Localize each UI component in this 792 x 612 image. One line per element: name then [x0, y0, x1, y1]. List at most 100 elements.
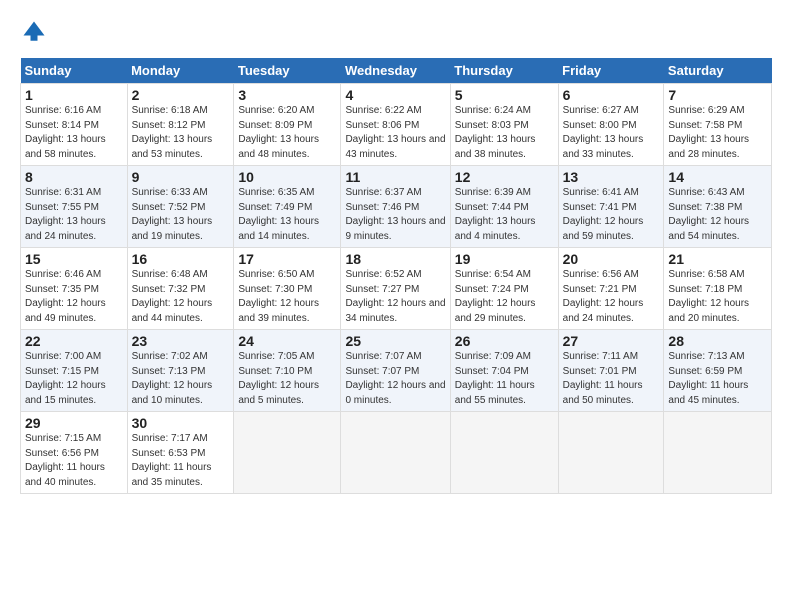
day-info: Sunrise: 6:35 AM Sunset: 7:49 PM Dayligh…	[238, 186, 336, 244]
calendar-cell: 1Sunrise: 6:16 AM Sunset: 8:14 PM Daylig…	[21, 84, 128, 166]
day-number: 17	[238, 251, 336, 267]
day-info: Sunrise: 6:58 AM Sunset: 7:18 PM Dayligh…	[668, 268, 767, 326]
day-info: Sunrise: 6:39 AM Sunset: 7:44 PM Dayligh…	[455, 186, 554, 244]
day-info: Sunrise: 6:54 AM Sunset: 7:24 PM Dayligh…	[455, 268, 554, 326]
week-row-2: 8Sunrise: 6:31 AM Sunset: 7:55 PM Daylig…	[21, 166, 772, 248]
calendar-cell: 30Sunrise: 7:17 AM Sunset: 6:53 PM Dayli…	[127, 412, 234, 494]
calendar-cell: 26Sunrise: 7:09 AM Sunset: 7:04 PM Dayli…	[450, 330, 558, 412]
calendar-cell: 22Sunrise: 7:00 AM Sunset: 7:15 PM Dayli…	[21, 330, 128, 412]
day-info: Sunrise: 6:27 AM Sunset: 8:00 PM Dayligh…	[563, 104, 660, 162]
day-header-monday: Monday	[127, 58, 234, 84]
header-row: SundayMondayTuesdayWednesdayThursdayFrid…	[21, 58, 772, 84]
day-header-saturday: Saturday	[664, 58, 772, 84]
calendar-cell: 27Sunrise: 7:11 AM Sunset: 7:01 PM Dayli…	[558, 330, 664, 412]
day-info: Sunrise: 6:29 AM Sunset: 7:58 PM Dayligh…	[668, 104, 767, 162]
day-number: 12	[455, 169, 554, 185]
day-number: 26	[455, 333, 554, 349]
calendar-cell	[450, 412, 558, 494]
day-info: Sunrise: 7:02 AM Sunset: 7:13 PM Dayligh…	[132, 350, 230, 408]
day-number: 4	[345, 87, 445, 103]
day-number: 6	[563, 87, 660, 103]
calendar-cell: 3Sunrise: 6:20 AM Sunset: 8:09 PM Daylig…	[234, 84, 341, 166]
day-info: Sunrise: 6:18 AM Sunset: 8:12 PM Dayligh…	[132, 104, 230, 162]
day-number: 28	[668, 333, 767, 349]
day-info: Sunrise: 6:22 AM Sunset: 8:06 PM Dayligh…	[345, 104, 445, 162]
calendar-cell: 12Sunrise: 6:39 AM Sunset: 7:44 PM Dayli…	[450, 166, 558, 248]
calendar-cell: 16Sunrise: 6:48 AM Sunset: 7:32 PM Dayli…	[127, 248, 234, 330]
calendar-table: SundayMondayTuesdayWednesdayThursdayFrid…	[20, 58, 772, 494]
calendar-cell: 8Sunrise: 6:31 AM Sunset: 7:55 PM Daylig…	[21, 166, 128, 248]
day-header-sunday: Sunday	[21, 58, 128, 84]
day-number: 29	[25, 415, 123, 431]
day-number: 22	[25, 333, 123, 349]
day-number: 30	[132, 415, 230, 431]
day-info: Sunrise: 6:16 AM Sunset: 8:14 PM Dayligh…	[25, 104, 123, 162]
calendar-cell: 13Sunrise: 6:41 AM Sunset: 7:41 PM Dayli…	[558, 166, 664, 248]
calendar-cell: 7Sunrise: 6:29 AM Sunset: 7:58 PM Daylig…	[664, 84, 772, 166]
calendar-cell: 28Sunrise: 7:13 AM Sunset: 6:59 PM Dayli…	[664, 330, 772, 412]
calendar-cell: 19Sunrise: 6:54 AM Sunset: 7:24 PM Dayli…	[450, 248, 558, 330]
day-info: Sunrise: 6:56 AM Sunset: 7:21 PM Dayligh…	[563, 268, 660, 326]
day-number: 1	[25, 87, 123, 103]
calendar-cell	[341, 412, 450, 494]
calendar-cell: 24Sunrise: 7:05 AM Sunset: 7:10 PM Dayli…	[234, 330, 341, 412]
calendar-cell: 10Sunrise: 6:35 AM Sunset: 7:49 PM Dayli…	[234, 166, 341, 248]
calendar-cell: 11Sunrise: 6:37 AM Sunset: 7:46 PM Dayli…	[341, 166, 450, 248]
day-number: 9	[132, 169, 230, 185]
logo	[20, 18, 52, 46]
calendar-cell	[234, 412, 341, 494]
day-info: Sunrise: 6:20 AM Sunset: 8:09 PM Dayligh…	[238, 104, 336, 162]
day-number: 18	[345, 251, 445, 267]
week-row-1: 1Sunrise: 6:16 AM Sunset: 8:14 PM Daylig…	[21, 84, 772, 166]
day-info: Sunrise: 7:15 AM Sunset: 6:56 PM Dayligh…	[25, 432, 123, 490]
day-info: Sunrise: 7:09 AM Sunset: 7:04 PM Dayligh…	[455, 350, 554, 408]
logo-icon	[20, 18, 48, 46]
day-info: Sunrise: 7:05 AM Sunset: 7:10 PM Dayligh…	[238, 350, 336, 408]
calendar-cell: 17Sunrise: 6:50 AM Sunset: 7:30 PM Dayli…	[234, 248, 341, 330]
day-number: 2	[132, 87, 230, 103]
day-number: 13	[563, 169, 660, 185]
day-number: 19	[455, 251, 554, 267]
week-row-5: 29Sunrise: 7:15 AM Sunset: 6:56 PM Dayli…	[21, 412, 772, 494]
day-info: Sunrise: 6:37 AM Sunset: 7:46 PM Dayligh…	[345, 186, 445, 244]
calendar-cell: 25Sunrise: 7:07 AM Sunset: 7:07 PM Dayli…	[341, 330, 450, 412]
day-info: Sunrise: 7:17 AM Sunset: 6:53 PM Dayligh…	[132, 432, 230, 490]
week-row-3: 15Sunrise: 6:46 AM Sunset: 7:35 PM Dayli…	[21, 248, 772, 330]
day-number: 24	[238, 333, 336, 349]
day-number: 10	[238, 169, 336, 185]
calendar-cell: 6Sunrise: 6:27 AM Sunset: 8:00 PM Daylig…	[558, 84, 664, 166]
calendar-cell: 20Sunrise: 6:56 AM Sunset: 7:21 PM Dayli…	[558, 248, 664, 330]
day-info: Sunrise: 6:52 AM Sunset: 7:27 PM Dayligh…	[345, 268, 445, 326]
day-info: Sunrise: 6:46 AM Sunset: 7:35 PM Dayligh…	[25, 268, 123, 326]
day-number: 27	[563, 333, 660, 349]
day-number: 15	[25, 251, 123, 267]
header	[20, 18, 772, 46]
calendar-cell: 9Sunrise: 6:33 AM Sunset: 7:52 PM Daylig…	[127, 166, 234, 248]
day-header-thursday: Thursday	[450, 58, 558, 84]
day-number: 7	[668, 87, 767, 103]
calendar-cell	[664, 412, 772, 494]
day-info: Sunrise: 6:24 AM Sunset: 8:03 PM Dayligh…	[455, 104, 554, 162]
calendar-cell: 4Sunrise: 6:22 AM Sunset: 8:06 PM Daylig…	[341, 84, 450, 166]
calendar-cell: 2Sunrise: 6:18 AM Sunset: 8:12 PM Daylig…	[127, 84, 234, 166]
day-info: Sunrise: 7:11 AM Sunset: 7:01 PM Dayligh…	[563, 350, 660, 408]
day-info: Sunrise: 6:33 AM Sunset: 7:52 PM Dayligh…	[132, 186, 230, 244]
day-info: Sunrise: 6:48 AM Sunset: 7:32 PM Dayligh…	[132, 268, 230, 326]
day-number: 14	[668, 169, 767, 185]
day-number: 5	[455, 87, 554, 103]
calendar-cell: 23Sunrise: 7:02 AM Sunset: 7:13 PM Dayli…	[127, 330, 234, 412]
calendar-cell: 21Sunrise: 6:58 AM Sunset: 7:18 PM Dayli…	[664, 248, 772, 330]
day-number: 11	[345, 169, 445, 185]
calendar-cell: 15Sunrise: 6:46 AM Sunset: 7:35 PM Dayli…	[21, 248, 128, 330]
day-number: 20	[563, 251, 660, 267]
calendar-page: SundayMondayTuesdayWednesdayThursdayFrid…	[0, 0, 792, 504]
day-info: Sunrise: 7:00 AM Sunset: 7:15 PM Dayligh…	[25, 350, 123, 408]
day-number: 21	[668, 251, 767, 267]
calendar-cell	[558, 412, 664, 494]
calendar-cell: 29Sunrise: 7:15 AM Sunset: 6:56 PM Dayli…	[21, 412, 128, 494]
day-info: Sunrise: 7:07 AM Sunset: 7:07 PM Dayligh…	[345, 350, 445, 408]
calendar-cell: 5Sunrise: 6:24 AM Sunset: 8:03 PM Daylig…	[450, 84, 558, 166]
day-header-tuesday: Tuesday	[234, 58, 341, 84]
day-info: Sunrise: 7:13 AM Sunset: 6:59 PM Dayligh…	[668, 350, 767, 408]
calendar-cell: 18Sunrise: 6:52 AM Sunset: 7:27 PM Dayli…	[341, 248, 450, 330]
